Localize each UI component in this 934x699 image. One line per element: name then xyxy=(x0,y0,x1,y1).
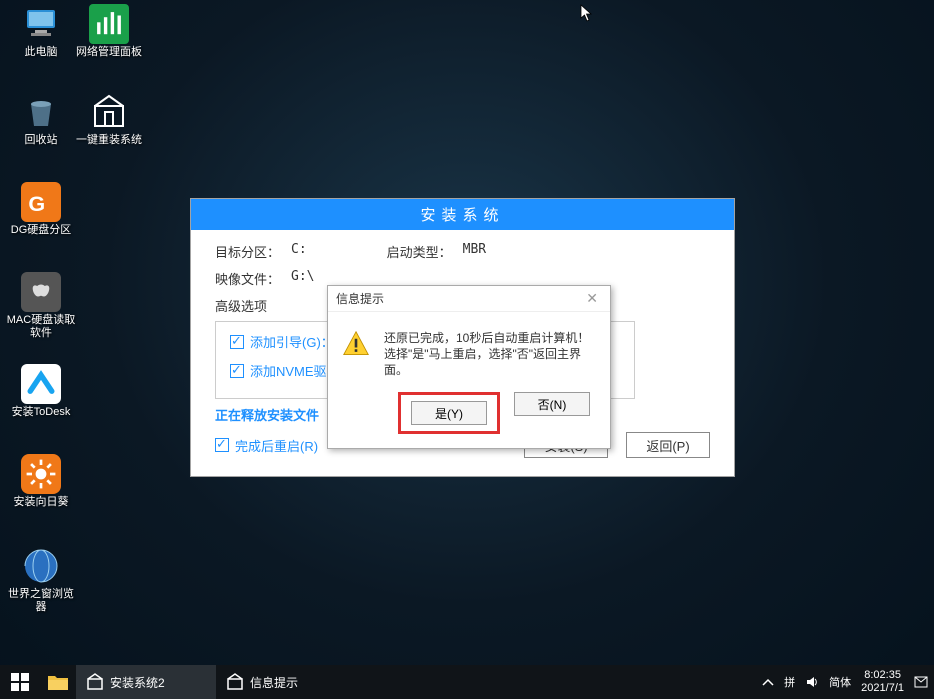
taskbar-task-info-dialog[interactable]: 信息提示 xyxy=(216,665,356,699)
desktop-icon-recycle-bin[interactable]: 回收站 xyxy=(6,92,76,147)
svg-text:G: G xyxy=(28,191,45,216)
cursor-icon xyxy=(580,4,594,22)
taskbar: 安装系统2 信息提示 拼 简体 8:02:35 2021/7/1 xyxy=(0,665,934,699)
taskbar-task-label: 安装系统2 xyxy=(110,674,165,691)
tray-chevron-up-icon[interactable] xyxy=(762,678,774,686)
boot-type-label: 启动类型： xyxy=(387,242,463,261)
desktop-icon-this-pc[interactable]: 此电脑 xyxy=(6,4,76,59)
taskbar-clock[interactable]: 8:02:35 2021/7/1 xyxy=(861,669,904,695)
checkbox-restart-after[interactable]: 完成后重启(R) xyxy=(215,436,318,455)
dialog-message-line2: 选择"是"马上重启，选择"否"返回主界面。 xyxy=(384,346,596,378)
yes-button[interactable]: 是(Y) xyxy=(411,401,487,425)
icon-label: 此电脑 xyxy=(6,46,76,59)
checkbox-icon xyxy=(230,335,244,349)
yes-button-highlight: 是(Y) xyxy=(398,392,500,434)
checkbox-label: 添加引导(G)： xyxy=(250,332,334,351)
desktop-icon-world-browser[interactable]: 世界之窗浏览器 xyxy=(6,546,76,614)
system-tray: 拼 简体 8:02:35 2021/7/1 xyxy=(762,669,934,695)
icon-label: 安装向日葵 xyxy=(6,496,76,509)
desktop-icon-install-todesk[interactable]: 安装ToDesk xyxy=(6,364,76,419)
icon-label: MAC硬盘读取软件 xyxy=(6,314,76,340)
sunflower-icon xyxy=(21,454,61,494)
desktop-icon-network-panel[interactable]: 网络管理面板 xyxy=(74,4,144,59)
apple-icon xyxy=(21,272,61,312)
desktop-icon-dg-partition[interactable]: G DG硬盘分区 xyxy=(6,182,76,237)
info-dialog: 信息提示 ✕ 还原已完成，10秒后自动重启计算机！ 选择"是"马上重启，选择"否… xyxy=(327,285,611,449)
ime-pinyin-indicator[interactable]: 拼 xyxy=(784,674,795,690)
icon-label: 安装ToDesk xyxy=(6,406,76,419)
box-icon xyxy=(89,92,129,132)
taskbar-task-label: 信息提示 xyxy=(250,674,298,691)
desktop-icon-mac-hd-reader[interactable]: MAC硬盘读取软件 xyxy=(6,272,76,340)
target-partition-label: 目标分区： xyxy=(215,242,291,261)
dialog-message-line1: 还原已完成，10秒后自动重启计算机！ xyxy=(384,330,596,346)
back-button[interactable]: 返回(P) xyxy=(626,432,710,458)
trash-icon xyxy=(21,92,61,132)
desktop-icon-install-sunflower[interactable]: 安装向日葵 xyxy=(6,454,76,509)
dialog-title: 信息提示 xyxy=(336,290,384,307)
dialog-titlebar[interactable]: 信息提示 ✕ xyxy=(328,286,610,312)
taskbar-task-installer[interactable]: 安装系统2 xyxy=(76,665,216,699)
todesk-icon xyxy=(21,364,61,404)
icon-label: 世界之窗浏览器 xyxy=(6,588,76,614)
tray-notifications-icon[interactable] xyxy=(914,675,928,689)
windows-logo-icon xyxy=(11,673,29,691)
desktop-icon-one-click-reinstall[interactable]: 一键重装系统 xyxy=(74,92,144,147)
icon-label: 网络管理面板 xyxy=(74,46,144,59)
no-button[interactable]: 否(N) xyxy=(514,392,590,416)
tray-volume-icon[interactable] xyxy=(805,675,819,689)
dg-icon: G xyxy=(21,182,61,222)
box-icon xyxy=(86,673,104,691)
close-icon[interactable]: ✕ xyxy=(582,290,602,307)
icon-label: 回收站 xyxy=(6,134,76,147)
monitor-icon xyxy=(21,4,61,44)
boot-type-value: MBR xyxy=(463,242,486,261)
network-panel-icon xyxy=(89,4,129,44)
start-button[interactable] xyxy=(0,665,40,699)
globe-icon xyxy=(21,546,61,586)
dialog-message: 还原已完成，10秒后自动重启计算机！ 选择"是"马上重启，选择"否"返回主界面。 xyxy=(384,330,596,378)
checkbox-label: 完成后重启(R) xyxy=(235,436,318,455)
image-file-value: G:\ xyxy=(291,269,314,288)
checkbox-icon xyxy=(230,364,244,378)
ime-simplified-indicator[interactable]: 简体 xyxy=(829,674,851,690)
warning-icon xyxy=(342,330,370,358)
box-icon xyxy=(226,673,244,691)
clock-date: 2021/7/1 xyxy=(861,682,904,695)
image-file-label: 映像文件： xyxy=(215,269,291,288)
icon-label: DG硬盘分区 xyxy=(6,224,76,237)
checkbox-label: 添加NVME驱 xyxy=(250,361,327,380)
folder-icon xyxy=(48,674,68,690)
taskbar-file-explorer[interactable] xyxy=(40,665,76,699)
target-partition-value: C: xyxy=(291,242,307,261)
checkbox-icon xyxy=(215,438,229,452)
icon-label: 一键重装系统 xyxy=(74,134,144,147)
clock-time: 8:02:35 xyxy=(861,669,904,682)
installer-title: 安装系统 xyxy=(191,199,734,230)
